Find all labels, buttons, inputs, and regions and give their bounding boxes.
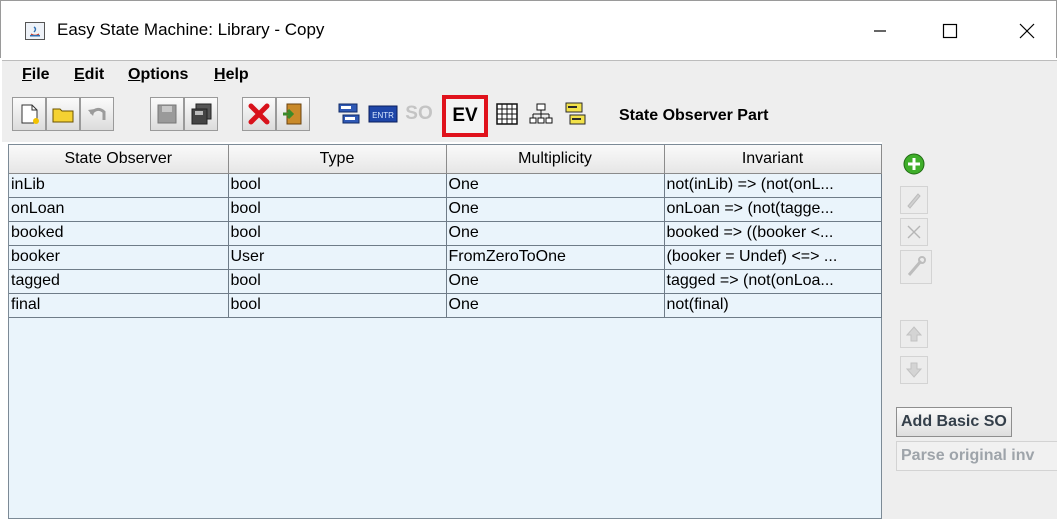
menu-edit[interactable]: Edit	[74, 66, 104, 84]
remove-x-icon	[907, 225, 921, 239]
maximize-icon	[942, 23, 958, 39]
menu-help[interactable]: Help	[214, 66, 249, 84]
save-icon	[157, 104, 177, 124]
table-row[interactable]: inLib bool One not(inLib) => (not(onL...	[9, 173, 882, 198]
side-panel: Add Basic SO Parse original inv	[882, 142, 1057, 519]
save-all-button[interactable]	[184, 97, 218, 131]
menu-file[interactable]: File	[22, 66, 50, 84]
plus-circle-icon	[903, 153, 925, 175]
menu-options[interactable]: Options	[128, 66, 188, 84]
cell-state-observer[interactable]: onLoan	[9, 197, 229, 222]
move-down-button[interactable]	[900, 356, 928, 384]
column-header-state-observer[interactable]: State Observer	[9, 145, 229, 174]
table-row[interactable]: final bool One not(final)	[9, 293, 882, 318]
column-header-multiplicity[interactable]: Multiplicity	[446, 145, 665, 174]
java-app-icon	[25, 22, 45, 40]
table-row[interactable]: onLoan bool One onLoan => (not(tagge...	[9, 197, 882, 222]
edit-pencil-icon	[907, 193, 921, 209]
delete-button[interactable]	[242, 97, 276, 131]
open-folder-icon	[52, 108, 74, 123]
tool-observer-button[interactable]	[900, 250, 932, 284]
entity-icon: ENTR	[368, 105, 398, 123]
column-header-invariant[interactable]: Invariant	[664, 145, 882, 174]
svg-text:ENTR: ENTR	[372, 111, 394, 120]
table-grid-button[interactable]	[490, 97, 524, 131]
close-button[interactable]	[1004, 13, 1050, 49]
tree-diagram-icon	[529, 103, 553, 124]
cell-type[interactable]: bool	[228, 173, 447, 198]
title-bar: Easy State Machine: Library - Copy	[0, 0, 1057, 58]
cell-type[interactable]: bool	[228, 221, 447, 246]
undo-button[interactable]	[80, 97, 114, 131]
maximize-button[interactable]	[927, 13, 973, 49]
close-icon	[1019, 23, 1035, 39]
minimize-icon	[874, 30, 886, 32]
cell-multiplicity[interactable]: One	[446, 221, 665, 246]
cell-invariant[interactable]: not(inLib) => (not(onL...	[664, 173, 882, 198]
menu-bar: File Edit Options Help	[2, 60, 1057, 90]
cell-multiplicity[interactable]: FromZeroToOne	[446, 245, 665, 270]
add-observer-button[interactable]	[900, 150, 928, 178]
cell-state-observer[interactable]: booked	[9, 221, 229, 246]
cell-multiplicity[interactable]: One	[446, 269, 665, 294]
column-header-type[interactable]: Type	[228, 145, 447, 174]
save-all-icon	[191, 103, 212, 125]
exit-door-icon	[283, 103, 302, 125]
table-grid-icon	[496, 103, 518, 125]
new-file-icon	[21, 104, 39, 124]
cell-state-observer[interactable]: tagged	[9, 269, 229, 294]
table-row[interactable]: tagged bool One tagged => (not(onLoa...	[9, 269, 882, 294]
window-title: Easy State Machine: Library - Copy	[57, 20, 325, 39]
state-observer-disabled-button[interactable]: SO	[404, 97, 434, 131]
arrow-down-icon	[905, 362, 923, 378]
current-part-label: State Observer Part	[619, 107, 769, 124]
cell-invariant[interactable]: booked => ((booker <...	[664, 221, 882, 246]
save-button[interactable]	[150, 97, 184, 131]
toolbar: ENTR SO EV State Observer Part	[2, 90, 1057, 142]
cell-invariant[interactable]: not(final)	[664, 293, 882, 318]
cell-type[interactable]: bool	[228, 269, 447, 294]
state-boxes-icon	[338, 103, 360, 124]
cell-invariant[interactable]: onLoan => (not(tagge...	[664, 197, 882, 222]
new-file-button[interactable]	[12, 97, 46, 131]
entity-button[interactable]: ENTR	[366, 97, 400, 131]
cell-type[interactable]: bool	[228, 293, 447, 318]
observer-part-button[interactable]	[558, 97, 592, 131]
cell-multiplicity[interactable]: One	[446, 293, 665, 318]
cell-type[interactable]: User	[228, 245, 447, 270]
cell-invariant[interactable]: (booker = Undef) <=> ...	[664, 245, 882, 270]
table-row[interactable]: booker User FromZeroToOne (booker = Undef) …	[9, 245, 882, 270]
state-observer-table: State Observer Type Multiplicity Invaria…	[8, 144, 882, 519]
remove-observer-button[interactable]	[900, 218, 928, 246]
delete-x-icon	[248, 103, 270, 125]
open-folder-button[interactable]	[46, 97, 80, 131]
observer-part-icon	[565, 102, 586, 125]
parse-original-invariant-button[interactable]: Parse original inv	[896, 441, 1057, 471]
minimize-button[interactable]	[857, 13, 903, 49]
cell-multiplicity[interactable]: One	[446, 173, 665, 198]
move-up-button[interactable]	[900, 320, 928, 348]
add-basic-so-button[interactable]: Add Basic SO	[896, 407, 1012, 437]
tree-diagram-button[interactable]	[524, 97, 558, 131]
table-row[interactable]: booked bool One booked => ((booker <...	[9, 221, 882, 246]
cell-state-observer[interactable]: booker	[9, 245, 229, 270]
undo-icon	[88, 107, 106, 120]
cell-type[interactable]: bool	[228, 197, 447, 222]
edit-observer-button[interactable]	[900, 186, 928, 214]
arrow-up-icon	[905, 326, 923, 342]
cell-invariant[interactable]: tagged => (not(onLoa...	[664, 269, 882, 294]
cell-state-observer[interactable]: inLib	[9, 173, 229, 198]
wrench-icon	[907, 256, 926, 276]
table-header-row: State Observer Type Multiplicity Invaria…	[9, 145, 882, 174]
cell-state-observer[interactable]: final	[9, 293, 229, 318]
state-part-button[interactable]	[332, 97, 366, 131]
exit-door-button[interactable]	[276, 97, 310, 131]
event-part-button[interactable]: EV	[442, 95, 488, 137]
cell-multiplicity[interactable]: One	[446, 197, 665, 222]
